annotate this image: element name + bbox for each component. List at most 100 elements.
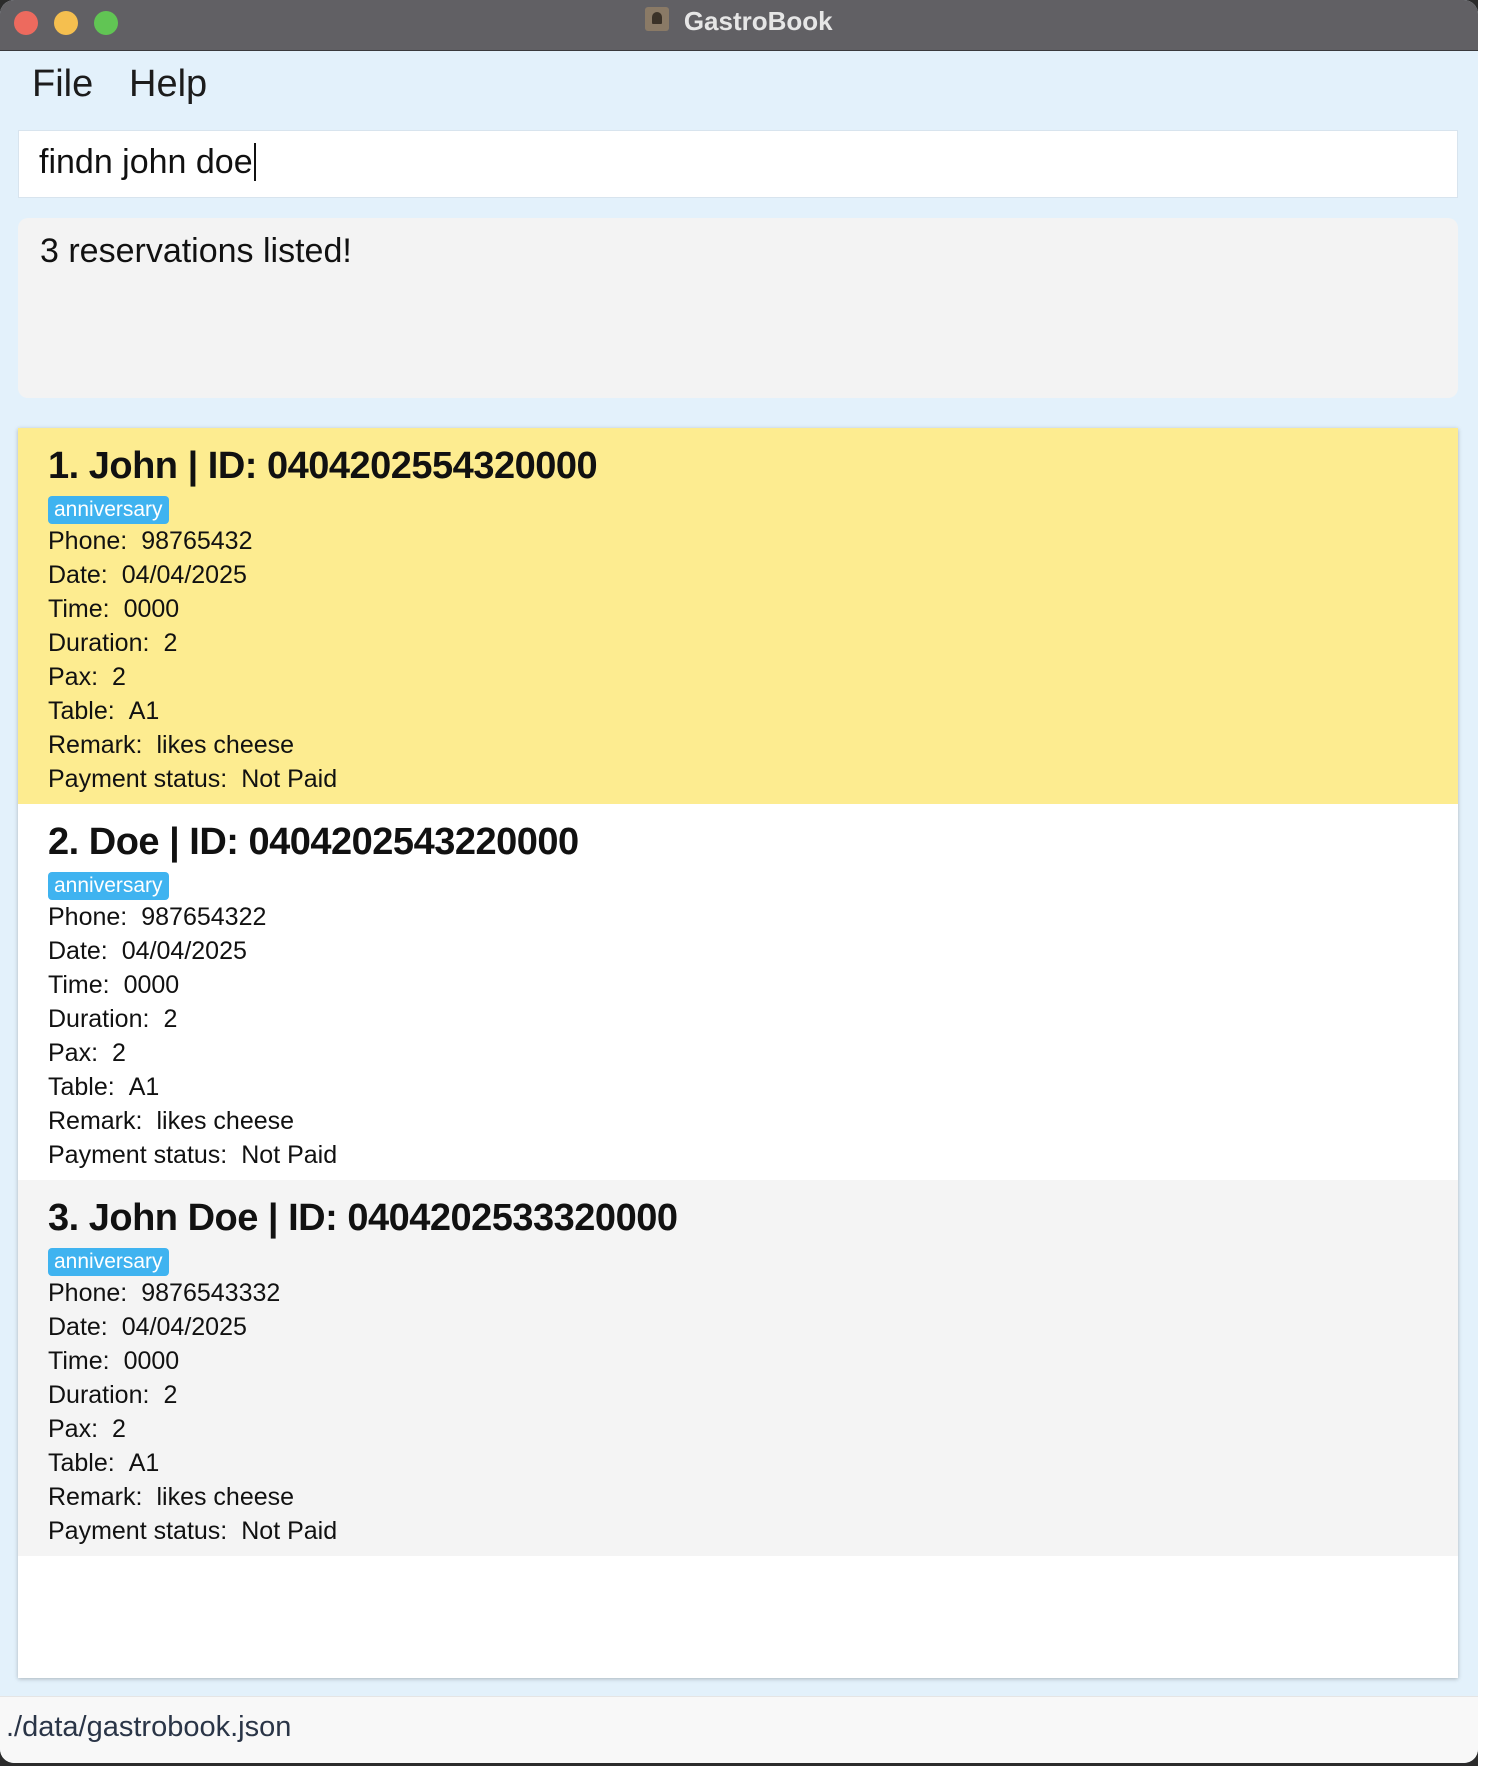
field-label: Date: — [48, 937, 108, 965]
field-value: 2 — [163, 1005, 178, 1033]
reservation-field: Remark: likes cheese — [48, 1480, 1458, 1514]
app-icon — [645, 7, 670, 31]
field-label: Date: — [48, 1313, 108, 1341]
field-value: likes cheese — [156, 731, 295, 759]
reservation-tags: anniversary — [48, 866, 1458, 900]
reservation-field: Table: A1 — [48, 694, 1458, 728]
field-value: 04/04/2025 — [121, 1313, 247, 1341]
reservation-tags: anniversary — [48, 1242, 1458, 1276]
field-value: Not Paid — [241, 765, 338, 793]
app-window: GastroBook File Help findn john doe 3 re… — [0, 0, 1478, 1763]
reservation-field: Date: 04/04/2025 — [48, 558, 1458, 592]
field-value: 98765432 — [141, 527, 253, 555]
result-display: 3 reservations listed! — [18, 218, 1458, 398]
reservation-field: Phone: 987654322 — [48, 900, 1458, 934]
field-label: Date: — [48, 561, 108, 589]
reservation-list[interactable]: 1. John | ID: 0404202554320000 anniversar… — [18, 428, 1458, 1678]
field-value: 2 — [163, 1381, 178, 1409]
field-label: Duration: — [48, 1005, 150, 1033]
reservation-field: Payment status: Not Paid — [48, 762, 1458, 796]
field-value: 04/04/2025 — [121, 937, 247, 965]
reservation-field: Payment status: Not Paid — [48, 1514, 1458, 1548]
window-title-group: GastroBook — [0, 0, 1478, 50]
reservation-tag: anniversary — [48, 872, 169, 900]
reservation-card[interactable]: 2. Doe | ID: 0404202543220000 anniversary… — [18, 804, 1458, 1180]
reservation-field: Payment status: Not Paid — [48, 1138, 1458, 1172]
status-bar: ./data/gastrobook.json — [0, 1696, 1478, 1763]
reservation-field: Time: 0000 — [48, 1344, 1458, 1378]
field-label: Time: — [48, 1347, 110, 1375]
reservation-field: Remark: likes cheese — [48, 728, 1458, 762]
field-label: Remark: — [48, 1483, 143, 1511]
field-value: likes cheese — [156, 1483, 295, 1511]
field-label: Duration: — [48, 629, 150, 657]
field-value: 2 — [163, 629, 178, 657]
reservation-field: Time: 0000 — [48, 968, 1458, 1002]
reservation-field: Table: A1 — [48, 1446, 1458, 1480]
field-value: A1 — [128, 1449, 160, 1477]
reservation-field: Phone: 9876543332 — [48, 1276, 1458, 1310]
reservation-title: 1. John | ID: 0404202554320000 — [48, 445, 598, 487]
title-bar: GastroBook — [0, 0, 1478, 51]
field-label: Pax: — [48, 1039, 99, 1067]
window-title: GastroBook — [683, 6, 833, 36]
field-label: Payment status: — [48, 765, 228, 793]
reservation-field: Duration: 2 — [48, 1378, 1458, 1412]
reservation-field: Duration: 2 — [48, 1002, 1458, 1036]
reservation-field: Date: 04/04/2025 — [48, 934, 1458, 968]
field-label: Pax: — [48, 1415, 99, 1443]
field-value: 2 — [112, 1039, 126, 1067]
field-label: Payment status: — [48, 1141, 228, 1169]
reservation-field: Pax: 2 — [48, 660, 1458, 694]
field-value: 0000 — [123, 595, 180, 623]
reservation-field: Date: 04/04/2025 — [48, 1310, 1458, 1344]
text-caret — [253, 143, 256, 182]
reservation-field: Table: A1 — [48, 1070, 1458, 1104]
reservation-card[interactable]: 1. John | ID: 0404202554320000 anniversar… — [18, 428, 1458, 804]
menu-bar: File Help — [0, 51, 1478, 129]
field-label: Remark: — [48, 731, 143, 759]
field-value: 2 — [112, 1415, 126, 1443]
result-message: 3 reservations listed! — [40, 232, 352, 270]
field-value: 987654322 — [141, 903, 267, 931]
field-label: Duration: — [48, 1381, 150, 1409]
field-value: 04/04/2025 — [121, 561, 247, 589]
reservation-tag: anniversary — [48, 496, 169, 524]
field-label: Time: — [48, 971, 110, 999]
command-value: findn john doe — [39, 143, 253, 181]
reservation-card[interactable]: 3. John Doe | ID: 0404202533320000 annive… — [18, 1180, 1458, 1556]
menu-file[interactable]: File — [32, 63, 93, 106]
reservation-field: Pax: 2 — [48, 1036, 1458, 1070]
reservation-tag: anniversary — [48, 1248, 169, 1276]
field-label: Time: — [48, 595, 110, 623]
menu-help[interactable]: Help — [129, 63, 207, 106]
field-value: 0000 — [123, 971, 180, 999]
reservation-field: Duration: 2 — [48, 626, 1458, 660]
save-file-path: ./data/gastrobook.json — [6, 1711, 292, 1743]
reservation-tags: anniversary — [48, 490, 1458, 524]
field-label: Payment status: — [48, 1517, 228, 1545]
field-value: 2 — [112, 663, 126, 691]
command-input[interactable]: findn john doe — [18, 130, 1458, 198]
field-label: Table: — [48, 1449, 115, 1477]
field-value: Not Paid — [241, 1141, 338, 1169]
field-value: A1 — [128, 697, 160, 725]
field-value: 9876543332 — [141, 1279, 281, 1307]
reservation-field: Pax: 2 — [48, 1412, 1458, 1446]
field-label: Table: — [48, 697, 115, 725]
field-label: Remark: — [48, 1107, 143, 1135]
field-value: likes cheese — [156, 1107, 295, 1135]
field-label: Table: — [48, 1073, 115, 1101]
reservation-field: Phone: 98765432 — [48, 524, 1458, 558]
reservation-title: 2. Doe | ID: 0404202543220000 — [48, 821, 579, 863]
field-label: Phone: — [48, 903, 128, 931]
field-label: Pax: — [48, 663, 99, 691]
field-value: 0000 — [123, 1347, 180, 1375]
background-window-edge — [1478, 0, 1488, 1766]
command-input-text: findn john doe — [39, 143, 256, 183]
field-value: Not Paid — [241, 1517, 338, 1545]
reservation-field: Remark: likes cheese — [48, 1104, 1458, 1138]
field-label: Phone: — [48, 1279, 128, 1307]
field-value: A1 — [128, 1073, 160, 1101]
reservation-field: Time: 0000 — [48, 592, 1458, 626]
